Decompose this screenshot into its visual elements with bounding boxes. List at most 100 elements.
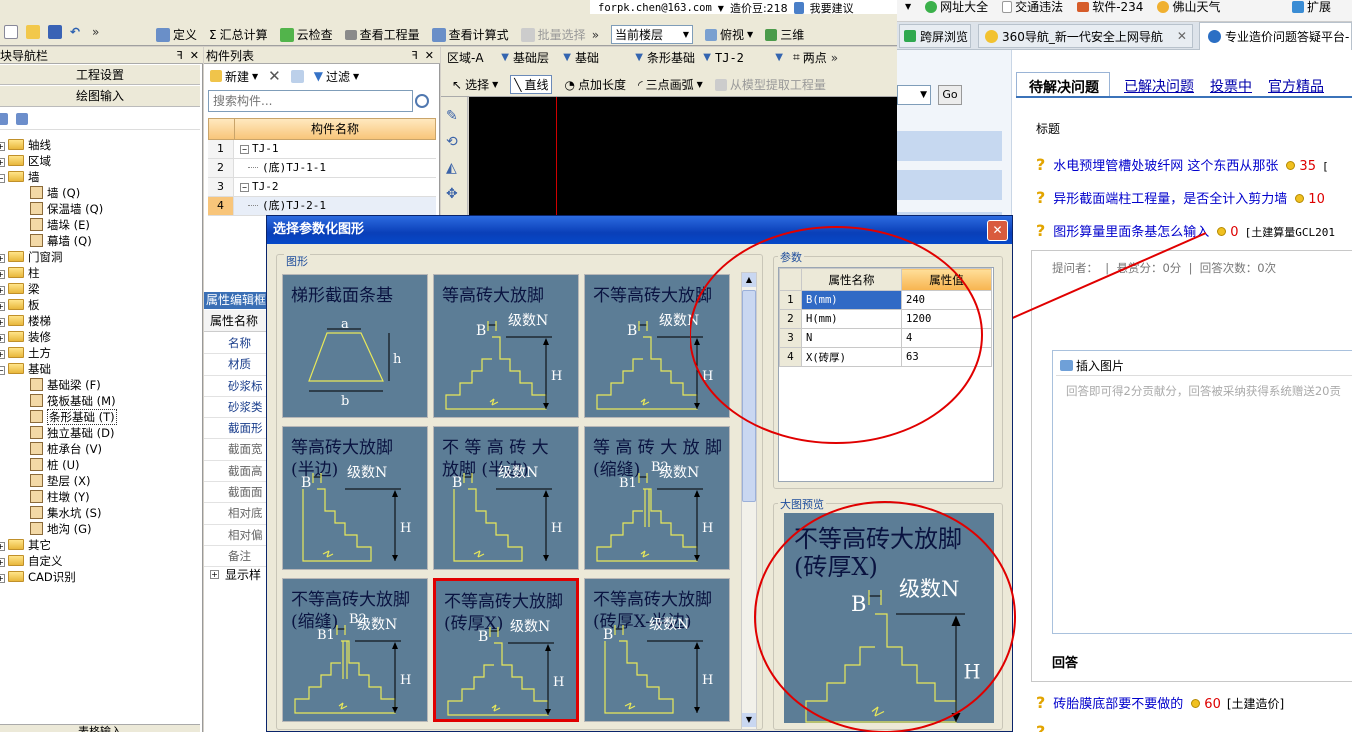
fav-link-1[interactable]: 网址大全 [925, 0, 988, 15]
nav-tree-item[interactable]: − 基础 [0, 361, 200, 377]
tab-voting[interactable]: 投票中 [1202, 72, 1260, 96]
project-settings-button[interactable]: 工程设置 [0, 65, 200, 85]
property-row[interactable]: 相对底 [204, 503, 268, 525]
nav-tree-item[interactable]: 集水坑 (S) [0, 505, 200, 521]
nav-tree-item[interactable]: 幕墙 (Q) [0, 233, 200, 249]
suggest-link[interactable]: 我要建议 [810, 0, 854, 16]
nav-tree-item[interactable]: 柱墩 (Y) [0, 489, 200, 505]
fav-link-2[interactable]: 交通违法 [1002, 0, 1063, 15]
property-row[interactable]: 截面面 [204, 482, 268, 504]
property-row[interactable]: 截面高 [204, 461, 268, 483]
expand-toggle-icon[interactable]: + [0, 318, 5, 327]
nav-tree-item[interactable]: + 自定义 [0, 553, 200, 569]
nav-tree-item[interactable]: 筏板基础 (M) [0, 393, 200, 409]
shape-tile[interactable]: 等高砖大放脚 (半边) B 级数N H [282, 426, 428, 570]
expand-all-icon[interactable] [16, 113, 28, 125]
filter-button[interactable]: ▼ 过滤 ▼ [314, 68, 359, 85]
browser-tab-1[interactable]: 跨屏浏览 [899, 24, 971, 48]
tab-official[interactable]: 官方精品 [1260, 72, 1332, 96]
expand-toggle-icon[interactable]: + [0, 270, 5, 279]
open-folder-icon[interactable] [26, 25, 40, 39]
component-row[interactable]: 4 (底)TJ-2-1 [208, 197, 436, 216]
component-search-input[interactable] [209, 91, 412, 111]
question-link[interactable]: 水电预埋管槽处玻纤网 这个东西从那张 [1053, 159, 1278, 174]
shape-tile[interactable]: 梯形截面条基 a h b [282, 274, 428, 418]
type-select[interactable]: 基础 ▼ [575, 49, 643, 66]
property-row[interactable]: 名称 [204, 333, 268, 355]
property-row[interactable]: 砂浆标 [204, 376, 268, 397]
nav-tree-item[interactable]: 基础梁 (F) [0, 377, 200, 393]
nav-tree-item[interactable]: − 墙 [0, 169, 200, 185]
nav-tree-item[interactable]: + CAD识别 [0, 569, 200, 585]
shape-tile[interactable]: 不 等 高 砖 大 放脚 (半边) B 级数N H [433, 426, 579, 570]
copy-icon[interactable] [290, 69, 304, 83]
move-icon[interactable]: ✥ [446, 186, 458, 202]
sum-calc-button[interactable]: Σ 汇总计算 [209, 26, 268, 43]
browser-tab-2[interactable]: 360导航_新一代安全上网导航 ✕ [978, 24, 1193, 48]
nav-tree-item[interactable]: + 板 [0, 297, 200, 313]
mirror-icon[interactable]: ◭ [446, 160, 458, 176]
tab-unsolved[interactable]: 待解决问题 [1016, 72, 1110, 96]
expand-toggle-icon[interactable]: + [0, 558, 5, 567]
pin-close-controls[interactable]: ꟻ ✕ [176, 49, 199, 62]
expand-button[interactable]: 扩展 [1292, 0, 1331, 15]
view-mode-button[interactable]: 俯视 ▼ [705, 26, 753, 43]
extract-qty-button[interactable]: 从模型提取工程量 [714, 76, 826, 93]
two-points-button[interactable]: ⌗ 两点 [793, 49, 827, 66]
nav-tree-item[interactable]: + 土方 [0, 345, 200, 361]
nav-tree-item[interactable]: 条形基础 (T) [0, 409, 200, 425]
expand-toggle-icon[interactable]: − [0, 174, 5, 183]
nav-tree-item[interactable]: + 门窗洞 [0, 249, 200, 265]
3d-button[interactable]: 三维 [765, 26, 804, 43]
nav-tree-item[interactable]: 墙 (Q) [0, 185, 200, 201]
subtype-select[interactable]: 条形基础 ▼ [647, 49, 711, 66]
nav-tree-item[interactable]: + 楼梯 [0, 313, 200, 329]
nav-tree-item[interactable]: 地沟 (G) [0, 521, 200, 537]
show-style-toggle[interactable]: + 显示样 [210, 566, 270, 583]
question-item-bottom[interactable]: ? 砖胎膜底部要不要做的 60 [土建造价] [1036, 686, 1284, 719]
insert-image-button[interactable]: 插入图片 [1060, 357, 1124, 374]
floor-select[interactable]: 当前楼层 ▼ [611, 25, 694, 44]
property-row[interactable]: 相对偏 [204, 525, 268, 546]
table-input-button[interactable]: 表格输入 [0, 724, 200, 732]
save-icon[interactable] [48, 25, 62, 39]
line-tool-button[interactable]: ╲ 直线 [510, 75, 553, 94]
delete-icon[interactable]: ✕ [268, 67, 281, 85]
side-block-1[interactable] [897, 131, 1002, 161]
collapse-all-icon[interactable] [0, 113, 8, 125]
go-button[interactable]: Go [938, 85, 962, 105]
drawing-canvas[interactable] [469, 97, 897, 227]
tab-solved[interactable]: 已解决问题 [1110, 72, 1202, 96]
close-icon[interactable]: ✕ [1177, 29, 1187, 43]
collapse-icon[interactable]: − [240, 183, 249, 192]
nav-tree-item[interactable]: 桩 (U) [0, 457, 200, 473]
shape-tile[interactable]: 不等高砖大放脚 (砖厚X) B 级数N H [433, 578, 579, 722]
expand-toggle-icon[interactable]: + [0, 350, 5, 359]
item-select[interactable]: TJ-2 ▼ [715, 51, 783, 65]
property-row[interactable]: 截面宽 [204, 439, 268, 461]
new-component-button[interactable]: 新建 ▼ [210, 68, 258, 85]
new-file-icon[interactable] [4, 25, 18, 39]
cloud-check-button[interactable]: 云检查 [279, 26, 333, 43]
nav-tree-item[interactable]: 保温墙 (Q) [0, 201, 200, 217]
user-email[interactable]: forpk.chen@163.com [598, 2, 712, 14]
nav-tree-item[interactable]: 桩承台 (V) [0, 441, 200, 457]
point-length-button[interactable]: ◔ 点加长度 [564, 76, 626, 93]
question-item[interactable]: ? 异形截面端柱工程量，是否全计入剪力墙 10 [1036, 181, 1352, 214]
component-row[interactable]: 1− TJ-1 [208, 140, 436, 159]
expand-toggle-icon[interactable]: + [0, 574, 5, 583]
nav-tree-item[interactable]: + 其它 [0, 537, 200, 553]
expand-toggle-icon[interactable]: + [0, 542, 5, 551]
panel-controls[interactable]: ꟻ ✕ [411, 49, 434, 62]
fav-link-4[interactable]: 佛山天气 [1157, 0, 1220, 15]
define-button[interactable]: 定义 [156, 26, 197, 43]
component-row[interactable]: 2 (底)TJ-1-1 [208, 159, 436, 178]
question-link[interactable]: 砖胎膜底部要不要做的 [1053, 697, 1183, 712]
nav-tree-item[interactable]: 独立基础 (D) [0, 425, 200, 441]
nav-tree-item[interactable]: + 装修 [0, 329, 200, 345]
view-quantity-button[interactable]: 查看工程量 [344, 26, 420, 43]
shape-tile[interactable]: 等高砖大放脚 B 级数N H [433, 274, 579, 418]
select-tool-button[interactable]: ↖ 选择 ▼ [452, 76, 498, 93]
answer-textarea[interactable] [1056, 375, 1352, 625]
arc-tool-button[interactable]: ◜ 三点画弧 ▼ [638, 76, 703, 93]
